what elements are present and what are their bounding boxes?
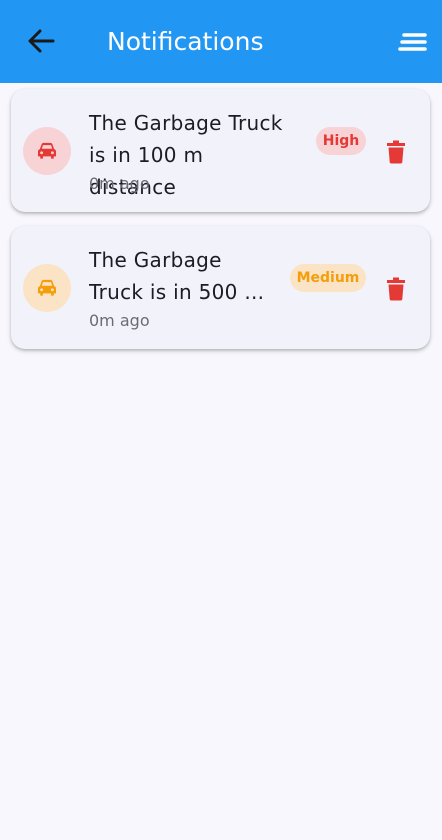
- page-title: Notifications: [107, 27, 264, 56]
- notification-time: 0m ago: [89, 174, 150, 193]
- sort-button[interactable]: [398, 31, 428, 53]
- priority-badge: High: [316, 127, 366, 155]
- priority-badge: Medium: [290, 264, 366, 292]
- notification-card[interactable]: The Garbage Truck is in 500 ... 0m ago M…: [11, 226, 430, 349]
- arrow-back-icon: [28, 29, 55, 53]
- message-line: Truck is in 500 ...: [89, 280, 265, 304]
- priority-avatar: [23, 264, 71, 312]
- priority-avatar: [23, 127, 71, 175]
- message-line: The Garbage: [89, 248, 222, 272]
- back-button[interactable]: [24, 25, 58, 57]
- notification-message: The Garbage Truck is in 500 ...: [89, 244, 294, 308]
- notification-time: 0m ago: [89, 311, 150, 330]
- delete-button[interactable]: [383, 139, 409, 165]
- sort-icon: [398, 33, 427, 51]
- notification-card[interactable]: The Garbage Truck is in 100 m distance 0…: [11, 89, 430, 212]
- message-line: The Garbage Truck: [89, 111, 283, 135]
- car-icon: [38, 142, 56, 159]
- trash-icon: [387, 140, 405, 164]
- delete-button[interactable]: [383, 276, 409, 302]
- car-icon: [38, 279, 56, 296]
- trash-icon: [387, 277, 405, 301]
- app-bar: Notifications: [0, 0, 442, 83]
